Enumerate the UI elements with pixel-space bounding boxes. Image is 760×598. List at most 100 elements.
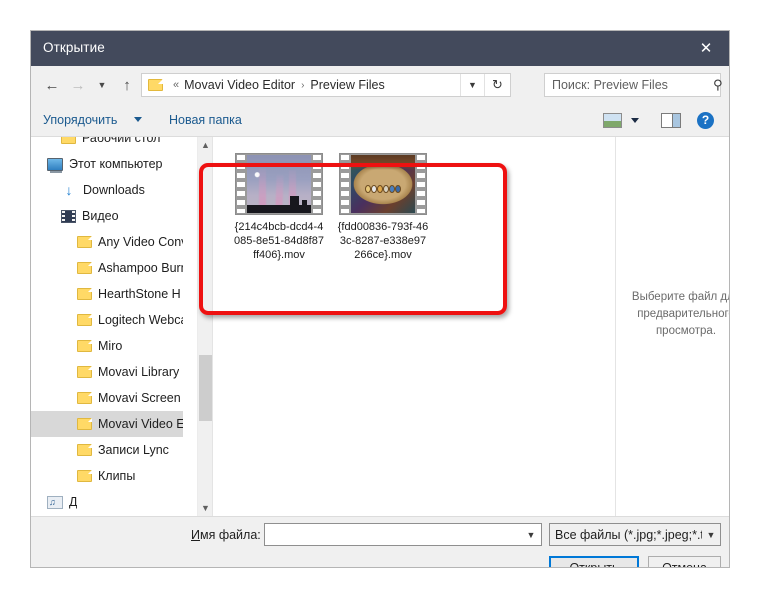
sidebar-item-label: HearthStone H [98,287,181,301]
folder-icon [77,444,92,456]
chevron-down-icon[interactable] [134,117,142,122]
open-button[interactable]: Открыть [549,556,639,568]
sidebar-item[interactable]: Logitech Webcam [31,307,183,333]
file-type-value: Все файлы (*.jpg;*.jpeg;*.thum [555,527,702,542]
open-button-rest: ткрыть [579,561,619,568]
breadcrumb-separator: › [301,79,305,91]
window-title: Открытие [43,40,105,55]
chevron-down-icon[interactable]: ▼ [521,530,541,540]
open-file-dialog: Открытие ✕ ← → ▼ ↑ « Movavi Video Editor… [30,30,730,568]
sidebar-item[interactable]: ↓ Downloads [31,177,183,203]
music-icon: ♫ [47,495,63,509]
file-name-input[interactable] [269,527,521,542]
close-icon[interactable]: ✕ [683,31,729,66]
navigation-bar: ← → ▼ ↑ « Movavi Video Editor › Preview … [31,66,729,104]
view-mode-icon[interactable] [603,111,622,129]
sidebar-item[interactable]: Ashampoo Burning Studio [31,255,183,281]
breadcrumb-overflow[interactable]: « [173,79,179,91]
file-name-label: {214c4bcb-dcd4-4085-8e51-84d8f87ff406}.m… [234,221,324,261]
sidebar-item[interactable]: Видео [31,203,183,229]
arrow-up-icon[interactable]: ↑ [116,74,138,96]
sidebar-item-label: Рабочий стол [82,137,161,145]
file-type-combobox[interactable]: Все файлы (*.jpg;*.jpeg;*.thum ▼ [549,523,721,546]
sidebar-item[interactable]: Записи Lync [31,437,183,463]
file-item[interactable]: {214c4bcb-dcd4-4085-8e51-84d8f87ff406}.m… [231,153,327,262]
sidebar-item-label: Downloads [83,183,145,197]
chevron-down-icon[interactable]: ▼ [91,74,113,96]
folder-icon [61,137,76,144]
sidebar-item-label: Клипы [98,469,136,483]
sidebar-item-label: Any Video Converter [98,235,183,249]
sidebar-item[interactable]: Movavi Library [31,359,183,385]
chevron-down-icon[interactable]: ▼ [198,500,213,516]
file-list[interactable]: {214c4bcb-dcd4-4085-8e51-84d8f87ff406}.m… [213,137,616,516]
computer-icon [47,157,63,173]
folder-icon [77,366,92,378]
folder-icon [77,340,92,352]
sidebar-item-label: Записи Lync [98,443,169,457]
sidebar-item[interactable]: Этот компьютер [31,151,183,177]
preview-pane-icon[interactable] [661,111,681,129]
navigation-pane: Рабочий стол Этот компьютер ↓ Downloads Виде… [31,137,183,516]
arrow-right-icon[interactable]: → [67,74,89,96]
sidebar-item-label: Movavi Library [98,365,180,379]
preview-placeholder-text: Выберите файл для предварительного просм… [631,291,729,337]
address-bar[interactable]: « Movavi Video Editor › Preview Files ▼ … [141,73,511,97]
sidebar-item-label: Видео [82,209,119,223]
sidebar-item[interactable]: HearthStone H [31,281,183,307]
refresh-icon[interactable]: ↻ [484,74,510,96]
sidebar-item-label: Movavi Screen [98,391,181,405]
sidebar-item[interactable]: Клипы [31,463,183,489]
video-icon [61,209,76,223]
sidebar-item[interactable]: Movavi Video E [31,411,183,437]
open-button-mnemonic: О [569,561,580,568]
chevron-down-icon[interactable] [631,118,639,123]
preview-pane: Выберите файл для предварительного просм… [616,137,729,516]
file-name-field-label: Имя файла: [191,528,261,542]
sidebar-item[interactable]: Any Video Converter [31,229,183,255]
breadcrumb-item-1[interactable]: Preview Files [310,78,384,92]
sidebar-item-label: Logitech Webcam [98,313,183,327]
chevron-up-icon[interactable]: ▲ [198,137,213,153]
sidebar-item[interactable]: Рабочий стол [31,137,183,151]
navigation-pane-scrollbar[interactable]: ▲ ▼ [197,137,212,516]
folder-icon [148,79,163,91]
sidebar-item[interactable]: ♫ Д [31,489,183,515]
arrow-left-icon[interactable]: ← [41,74,63,96]
folder-icon [77,314,92,326]
breadcrumb-item-0[interactable]: Movavi Video Editor [184,78,295,92]
file-name-combobox[interactable]: ▼ [264,523,542,546]
file-name-label-mnemonic: И [191,528,200,542]
sidebar-item-label: Movavi Video E [98,417,183,431]
file-name-label: {fdd00836-793f-463c-8287-e338e97266ce}.m… [337,221,429,261]
help-glyph: ? [697,111,714,129]
sidebar-item-label: Д [69,495,78,509]
sidebar-item[interactable]: Miro [31,333,183,359]
folder-icon [77,392,92,404]
search-input[interactable] [552,78,713,92]
folder-icon [77,470,92,482]
folder-icon [77,262,92,274]
sidebar-item-label: Этот компьютер [69,157,163,171]
file-item[interactable]: {fdd00836-793f-463c-8287-e338e97266ce}.m… [335,153,431,262]
help-icon[interactable]: ? [697,111,714,129]
chevron-down-icon[interactable]: ▼ [460,74,484,96]
sidebar-item-label: Miro [98,339,123,353]
search-icon[interactable]: ⚲ [713,77,723,93]
dialog-footer: Имя файла: ▼ Все файлы (*.jpg;*.jpeg;*.t… [31,516,729,568]
new-folder-button[interactable]: Новая папка [169,113,242,127]
chevron-down-icon[interactable]: ▼ [702,530,720,540]
organize-button[interactable]: Упорядочить [43,113,117,127]
command-bar: Упорядочить Новая папка ? [31,104,729,137]
cancel-button[interactable]: Отмена [648,556,721,567]
sidebar-item-label: Ashampoo Burning Studio [98,261,183,275]
download-icon: ↓ [65,182,73,198]
sidebar-item[interactable]: Movavi Screen [31,385,183,411]
scrollbar-thumb[interactable] [199,355,212,421]
title-bar: Открытие ✕ [31,31,729,66]
search-box[interactable]: ⚲ [544,73,723,97]
video-thumbnail-sky [235,153,323,215]
video-thumbnail-game [339,153,427,215]
file-name-label-rest: мя файла: [199,528,261,542]
folder-icon [77,418,92,430]
